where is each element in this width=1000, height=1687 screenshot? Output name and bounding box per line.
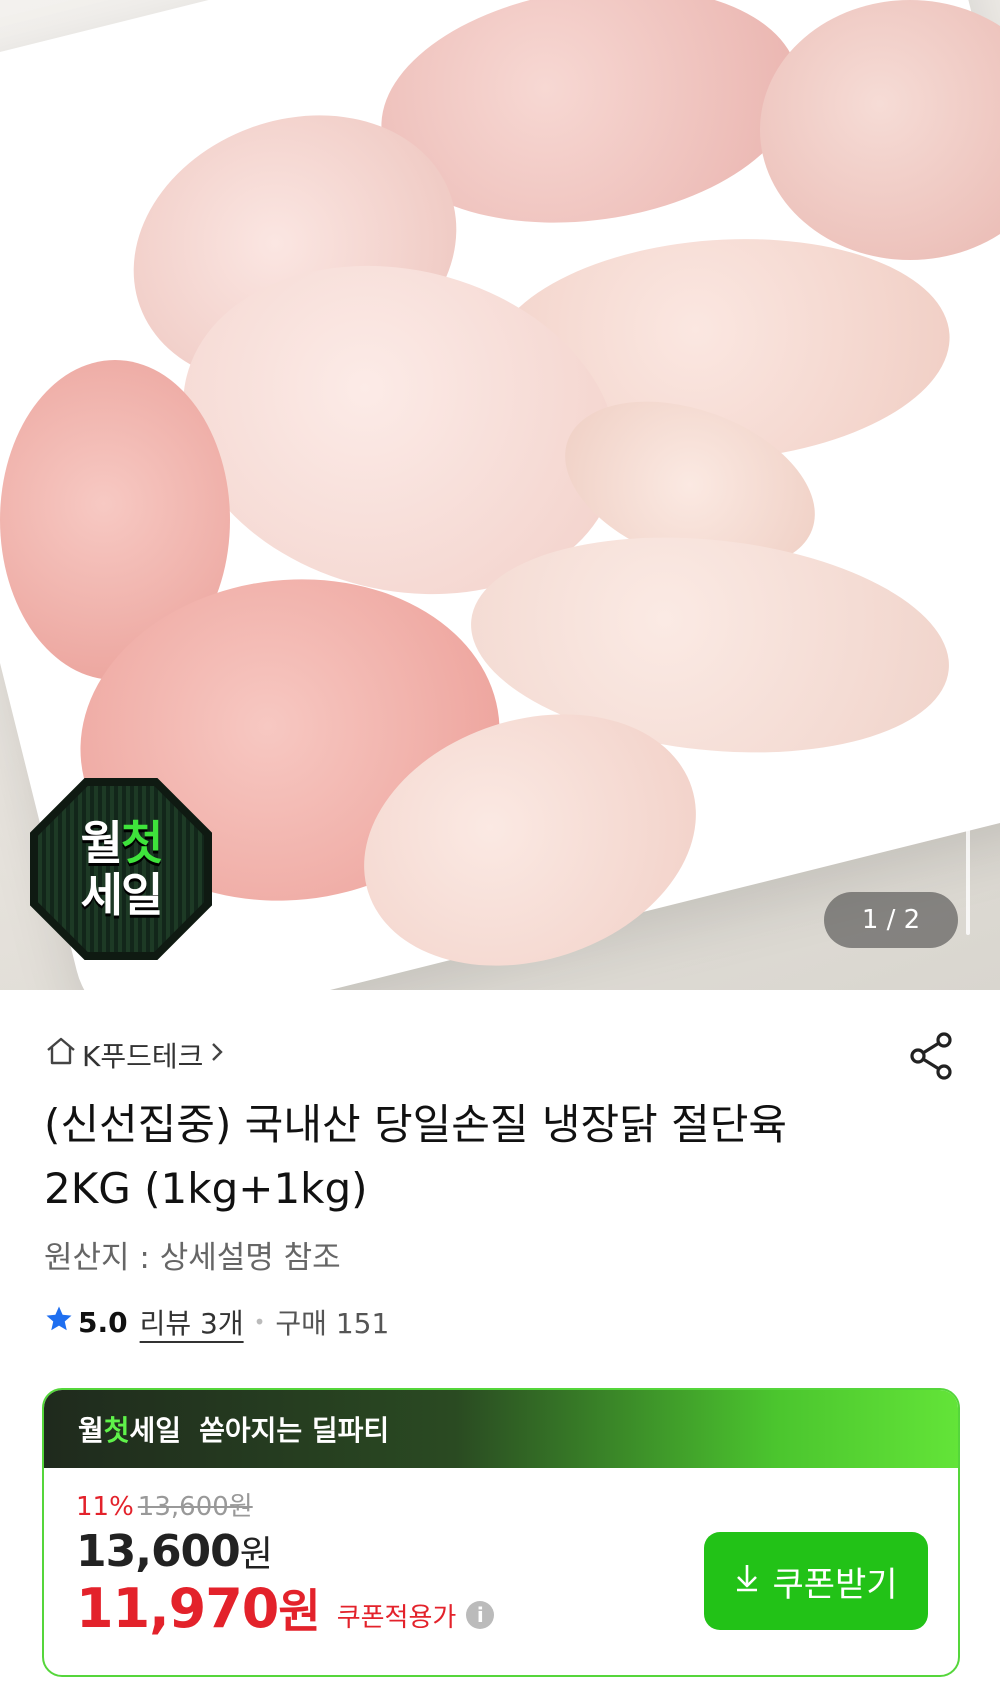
- coupon-price-label: 쿠폰적용가: [336, 1602, 457, 1633]
- rating-row: 5.0 리뷰 3개 • 구매 151: [44, 1302, 389, 1342]
- get-coupon-button[interactable]: 쿠폰받기: [704, 1532, 928, 1630]
- badge-text: 월: [80, 816, 123, 870]
- review-link[interactable]: 리뷰 3개: [140, 1302, 244, 1342]
- separator-dot: •: [253, 1310, 266, 1334]
- deal-banner-text: 세일: [129, 1414, 182, 1447]
- seller-row: K푸드테크: [44, 1030, 956, 1080]
- price-section: 11% 13,600원 13,600원 11,970 원 쿠폰적용가 i 쿠폰받…: [44, 1468, 958, 1659]
- purchase-count: 구매 151: [275, 1307, 390, 1340]
- product-title: (신선집중) 국내산 당일손질 냉장닭 절단육 2KG (1kg+1kg): [44, 1100, 788, 1213]
- sale-price-unit: 원: [239, 1534, 273, 1575]
- get-coupon-label: 쿠폰받기: [772, 1564, 898, 1605]
- seller-name: K푸드테크: [82, 1039, 204, 1073]
- seller-link[interactable]: K푸드테크: [44, 1034, 229, 1075]
- scroll-indicator: [966, 815, 970, 935]
- deal-banner-text: 월: [78, 1414, 104, 1447]
- badge-text: 세일: [80, 868, 164, 922]
- chevron-right-icon: [209, 1038, 229, 1071]
- product-origin: 원산지 : 상세설명 참조: [44, 1240, 341, 1276]
- rating-score: 5.0: [78, 1305, 128, 1339]
- deal-banner: 월 첫 세일 쏟아지는 딜파티: [44, 1390, 958, 1468]
- coupon-price-unit: 원: [278, 1584, 321, 1638]
- coupon-price-number: 11,970: [76, 1576, 279, 1640]
- discount-percent: 11%: [76, 1492, 134, 1522]
- image-counter: 1 / 2: [824, 892, 958, 948]
- home-icon: [44, 1034, 82, 1075]
- badge-text-accent: 첫: [121, 816, 163, 870]
- download-arrow-icon: [734, 1561, 760, 1601]
- deal-box: 월 첫 세일 쏟아지는 딜파티 11% 13,600원 13,600원 11,970 …: [42, 1388, 960, 1677]
- share-button[interactable]: [906, 1030, 956, 1080]
- share-icon: [910, 1032, 952, 1080]
- product-image-gallery[interactable]: 월첫 세일 1 / 2: [0, 0, 1000, 990]
- original-price-row: 11% 13,600원: [76, 1486, 926, 1523]
- deal-banner-subtitle: 쏟아지는 딜파티: [199, 1414, 390, 1447]
- original-price: 13,600원: [137, 1492, 253, 1522]
- info-icon[interactable]: i: [466, 1601, 495, 1629]
- star-icon: [44, 1304, 74, 1341]
- deal-banner-accent: 첫: [103, 1414, 130, 1447]
- sale-price-number: 13,600: [76, 1526, 241, 1577]
